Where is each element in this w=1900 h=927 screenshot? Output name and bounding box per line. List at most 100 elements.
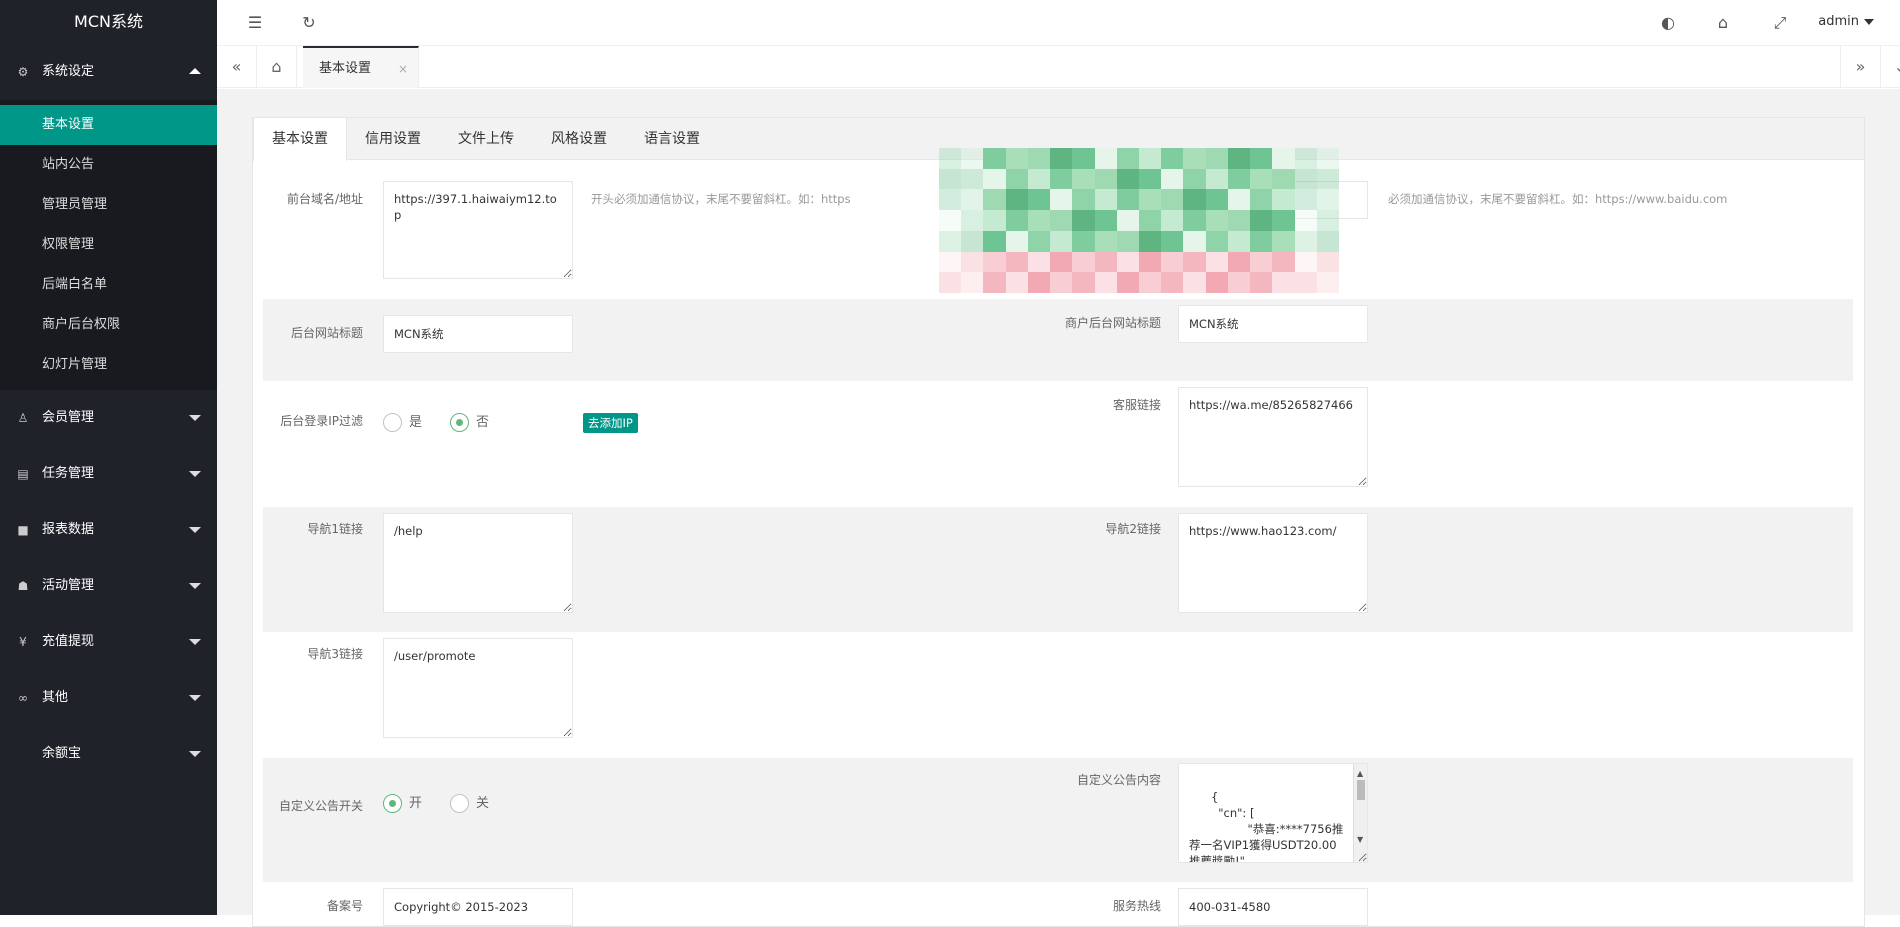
menu-collapse-icon[interactable]: ☰	[243, 11, 267, 35]
tab-basic[interactable]: 基本设置	[253, 118, 347, 161]
front-domain-input[interactable]: https://397.1.haiwaiym12.top	[383, 181, 573, 279]
merchant-title-input[interactable]: MCN系统	[1178, 305, 1368, 343]
mosaic-cell	[1117, 169, 1139, 190]
page-tab-label: 基本设置	[319, 61, 371, 76]
tab-credit[interactable]: 信用设置	[347, 118, 439, 160]
mosaic-cell	[1183, 210, 1205, 231]
mosaic-cell	[983, 210, 1005, 231]
chevron-up-icon	[189, 68, 201, 74]
mosaic-cell	[1228, 148, 1250, 169]
sidebar-group-other[interactable]: ∞ 其他	[0, 670, 217, 726]
backend-title-input[interactable]: MCN系统	[383, 315, 573, 353]
mosaic-cell	[1050, 210, 1072, 231]
notice-off-radio[interactable]: 关	[450, 794, 489, 814]
tab-style[interactable]: 风格设置	[533, 118, 625, 160]
chevron-down-icon	[189, 527, 201, 533]
mosaic-cell	[1161, 272, 1183, 293]
tab-upload[interactable]: 文件上传	[439, 118, 533, 160]
record-no-input[interactable]: Copyright© 2015-2023	[383, 888, 573, 926]
sidebar-group-balance[interactable]: 余额宝	[0, 726, 217, 782]
sidebar-group-recharge[interactable]: ¥ 充值提现	[0, 614, 217, 670]
service-link-input[interactable]: https://wa.me/85265827466	[1178, 387, 1368, 487]
mosaic-cell	[1317, 189, 1339, 210]
page-tabs-bar: « ⌂ 基本设置 × » ⌄	[217, 46, 1900, 88]
mosaic-cell	[1028, 252, 1050, 273]
nav1-input[interactable]: /help	[383, 513, 573, 613]
sidebar-item-whitelist[interactable]: 后端白名单	[0, 265, 217, 305]
mosaic-cell	[1250, 189, 1272, 210]
chevron-down-icon	[189, 639, 201, 645]
hotline-input[interactable]: 400-031-4580	[1178, 888, 1368, 926]
mosaic-cell	[1317, 231, 1339, 252]
sidebar-item-admin-manage[interactable]: 管理员管理	[0, 185, 217, 225]
sidebar-item-permissions[interactable]: 权限管理	[0, 225, 217, 265]
form-row: 导航3链接 /user/promote	[263, 632, 1853, 757]
settings-card: 基本设置 信用设置 文件上传 风格设置 语言设置 前台域名/地址 https:/…	[252, 117, 1865, 927]
page-tab-basic-settings[interactable]: 基本设置 ×	[303, 46, 419, 88]
close-icon[interactable]: ×	[398, 48, 408, 90]
form-row: 后台网站标题 MCN系统 商户后台网站标题 MCN系统	[263, 299, 1853, 381]
palette-icon[interactable]: ◐	[1656, 11, 1680, 35]
mosaic-cell	[983, 169, 1005, 190]
mosaic-cell	[983, 252, 1005, 273]
ip-filter-yes-radio[interactable]: 是	[383, 413, 422, 433]
sidebar-group-activities[interactable]: ☗ 活动管理	[0, 558, 217, 614]
field-hint: 必须加通信协议，末尾不要留斜杠。如：https://www.baidu.com	[1388, 191, 1727, 207]
tabs-menu-chevron-icon[interactable]: ⌄	[1880, 46, 1900, 88]
mosaic-cell	[1206, 231, 1228, 252]
nav3-input[interactable]: /user/promote	[383, 638, 573, 738]
sidebar-group-system-settings[interactable]: ⚙ 系统设定	[0, 44, 217, 100]
mosaic-cell	[1183, 231, 1205, 252]
sidebar-item-site-notice[interactable]: 站内公告	[0, 145, 217, 185]
tabs-scroll-left-icon[interactable]: «	[217, 46, 257, 88]
mosaic-cell	[1206, 210, 1228, 231]
refresh-icon[interactable]: ↻	[297, 11, 321, 35]
sidebar-group-members[interactable]: ♙ 会员管理	[0, 390, 217, 446]
topbar: ☰ ↻ ◐ ⌂ ⤢ admin	[217, 0, 1900, 46]
mosaic-cell	[1161, 252, 1183, 273]
home-icon[interactable]: ⌂	[257, 46, 297, 88]
sidebar-group-label: 会员管理	[42, 410, 94, 425]
mosaic-cell	[1317, 148, 1339, 169]
sidebar-item-basic-settings[interactable]: 基本设置	[0, 105, 217, 145]
app-logo: MCN系统	[0, 0, 217, 44]
mosaic-cell	[1206, 148, 1228, 169]
sidebar-group-tasks[interactable]: ▤ 任务管理	[0, 446, 217, 502]
mosaic-cell	[1272, 189, 1294, 210]
mosaic-cell	[1095, 169, 1117, 190]
nav2-input[interactable]: https://www.hao123.com/	[1178, 513, 1368, 613]
mosaic-cell	[1006, 148, 1028, 169]
mosaic-cell	[1117, 231, 1139, 252]
add-ip-button[interactable]: 去添加IP	[583, 413, 638, 433]
report-icon: ■	[15, 502, 31, 558]
scroll-down-icon[interactable]: ▼	[1357, 832, 1363, 848]
ip-filter-no-radio[interactable]: 否	[450, 413, 489, 433]
tab-language[interactable]: 语言设置	[625, 118, 719, 160]
scrollbar[interactable]: ▲▼	[1353, 764, 1367, 862]
chevron-down-icon	[189, 415, 201, 421]
mosaic-cell	[1028, 189, 1050, 210]
tabs-scroll-right-icon[interactable]: »	[1840, 46, 1880, 88]
fullscreen-icon[interactable]: ⤢	[1768, 11, 1792, 35]
sidebar-item-slides[interactable]: 幻灯片管理	[0, 345, 217, 385]
mosaic-cell	[1028, 148, 1050, 169]
chevron-down-icon	[189, 695, 201, 701]
user-menu[interactable]: admin	[1818, 14, 1874, 29]
mosaic-cell	[1072, 231, 1094, 252]
field-label: 自定义公告开关	[263, 796, 363, 816]
tag-icon[interactable]: ⌂	[1711, 11, 1735, 35]
sidebar-group-label: 活动管理	[42, 578, 94, 593]
mosaic-cell	[1161, 189, 1183, 210]
sidebar-group-reports[interactable]: ■ 报表数据	[0, 502, 217, 558]
sidebar-group-label: 其他	[42, 690, 68, 705]
mosaic-cell	[961, 231, 983, 252]
mosaic-cell	[961, 189, 983, 210]
scroll-thumb[interactable]	[1357, 780, 1365, 800]
field-label: 导航2链接	[1061, 519, 1161, 539]
mosaic-cell	[1228, 272, 1250, 293]
notice-content-textarea[interactable]: { "cn": [ "恭喜:****7756推 荐一名VIP1獲得USDT20.…	[1178, 763, 1368, 863]
sidebar-item-merchant-permissions[interactable]: 商户后台权限	[0, 305, 217, 345]
notice-on-radio[interactable]: 开	[383, 794, 422, 814]
mosaic-cell	[1028, 272, 1050, 293]
field-hint: 开头必须加通信协议，末尾不要留斜杠。如：https	[591, 191, 851, 207]
